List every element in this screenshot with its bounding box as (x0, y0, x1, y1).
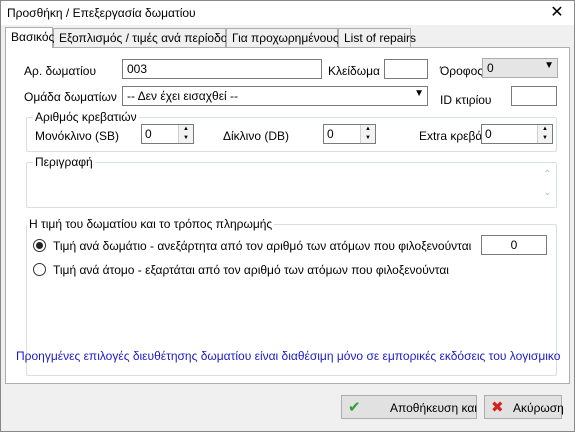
room-number-input[interactable]: 003 (122, 59, 322, 79)
spin-up-icon[interactable]: ▲ (361, 125, 375, 134)
spin-down-icon[interactable]: ▼ (538, 134, 552, 143)
cancel-x-icon: ✖ (491, 399, 504, 416)
single-bed-spinner[interactable]: 0 ▲ ▼ (141, 124, 194, 144)
spin-up-icon[interactable]: ▲ (538, 125, 552, 134)
floor-value: 0 (487, 61, 494, 75)
price-per-person-label: Τιμή ανά άτομο - εξαρτάται από τον αριθμ… (53, 263, 449, 277)
window-title: Προσθήκη / Επεξεργασία δωματίου (7, 6, 196, 20)
room-group-value: -- Δεν έχει εισαχθεί -- (127, 89, 239, 103)
spin-up-icon[interactable]: ▲ (179, 125, 193, 134)
tab-advanced[interactable]: Για προχωρημένους (226, 28, 339, 47)
checkmark-icon: ✔ (348, 399, 361, 416)
radio-selected-dot (36, 242, 43, 249)
pricing-group-title: Η τιμή του δωματίου και το τρόπος πληρωμ… (27, 217, 275, 231)
single-bed-label: Μονόκλινο (SB) (35, 129, 120, 143)
extra-bed-label: Extra κρεβάτ (419, 129, 488, 143)
cancel-button-label: Ακύρωση (513, 401, 564, 415)
basic-tab-panel: Αρ. δωματίου 003 Κλείδωμα ID Όροφος 0 ▼ … (5, 47, 570, 384)
beds-group-title: Αριθμός κρεβατιών (33, 110, 139, 124)
tab-equipment-prices[interactable]: Εξοπλισμός / τιμές ανά περίοδο (53, 28, 227, 47)
double-bed-label: Δίκλινο (DB) (223, 129, 290, 143)
room-number-label: Αρ. δωματίου (24, 64, 97, 78)
save-button[interactable]: ✔ Αποθήκευση και (341, 395, 477, 419)
building-id-input[interactable] (511, 86, 557, 106)
close-icon[interactable]: ✕ (546, 2, 568, 24)
chevron-down-icon: ▼ (544, 60, 554, 71)
price-per-room-label: Τιμή ανά δωμάτιο - ανεξάρτητα από τον αρ… (53, 239, 472, 253)
extra-bed-value: 0 (485, 127, 492, 141)
scroll-down-icon[interactable]: ⌄ (539, 187, 556, 198)
double-bed-value: 0 (327, 127, 334, 141)
description-scrollbar[interactable]: ⌃ ⌄ (539, 163, 556, 207)
double-bed-spinner[interactable]: 0 ▲ ▼ (323, 124, 376, 144)
tab-repairs[interactable]: List of repairs (338, 28, 416, 47)
single-bed-value: 0 (145, 127, 152, 141)
extra-bed-spinner[interactable]: 0 ▲ ▼ (481, 124, 553, 144)
tab-basic[interactable]: Βασικός (5, 27, 54, 48)
price-input[interactable]: 0 (481, 235, 547, 255)
title-bar: Προσθήκη / Επεξεργασία δωματίου ✕ (1, 1, 574, 25)
room-group-label: Ομάδα δωματίων (24, 90, 117, 104)
description-group: Περιγραφή ⌃ ⌄ (26, 155, 557, 208)
building-id-label: ID κτιρίου (440, 93, 492, 107)
room-group-select[interactable]: -- Δεν έχει εισαχθεί -- ▼ (122, 86, 428, 106)
scroll-up-icon[interactable]: ⌃ (539, 169, 556, 180)
room-dialog: Προσθήκη / Επεξεργασία δωματίου ✕ Βασικό… (0, 0, 575, 432)
price-per-room-radio[interactable] (33, 239, 46, 252)
lock-id-input[interactable] (384, 59, 428, 79)
floor-label: Όροφος (440, 64, 484, 78)
chevron-down-icon: ▼ (414, 88, 424, 99)
description-group-title: Περιγραφή (33, 155, 95, 169)
description-textarea[interactable] (31, 171, 556, 207)
spin-down-icon[interactable]: ▼ (361, 134, 375, 143)
beds-group: Αριθμός κρεβατιών Μονόκλινο (SB) 0 ▲ ▼ Δ… (26, 110, 557, 152)
price-per-person-radio[interactable] (33, 263, 46, 276)
floor-select[interactable]: 0 ▼ (482, 58, 558, 78)
spin-down-icon[interactable]: ▼ (179, 134, 193, 143)
commercial-info-text: Προηγμένες επιλογές διευθέτησης δωματίου… (16, 349, 561, 363)
save-button-label: Αποθήκευση και (390, 401, 477, 415)
cancel-button[interactable]: ✖ Ακύρωση (484, 395, 564, 419)
